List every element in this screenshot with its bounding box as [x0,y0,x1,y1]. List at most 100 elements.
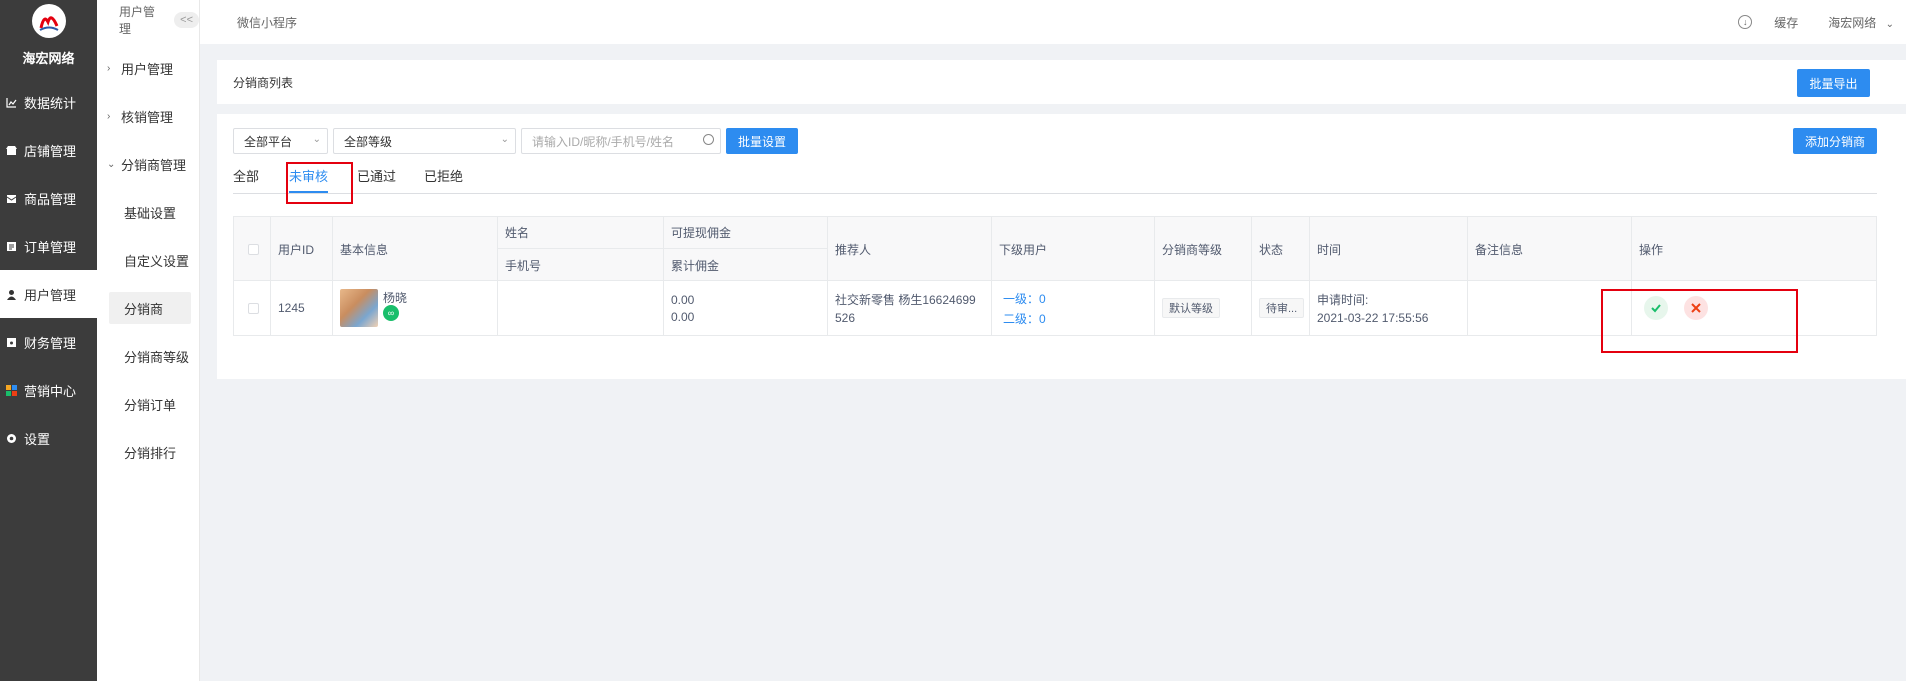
platform-select[interactable]: 全部平台 ⌄ [233,128,328,154]
submenu-group-users[interactable]: › 用户管理 [97,44,199,92]
sidebar-item-goods[interactable]: 商品管理 [0,174,97,222]
apply-time-label: 申请时间: [1317,293,1369,307]
add-distributor-button[interactable]: 添加分销商 [1793,128,1877,154]
header-referrer: 推荐人 [828,217,992,281]
cell-user-id: 1245 [271,281,333,335]
highlight-box-actions [1601,289,1798,353]
account-menu[interactable]: 海宏网络 ⌄ [1828,14,1894,31]
cell-time: 申请时间: 2021-03-22 17:55:56 [1310,281,1468,335]
submenu-group-verification[interactable]: › 核销管理 [97,92,199,140]
search-icon[interactable] [703,134,714,145]
cell-status: 待审... [1252,281,1310,335]
apply-time-value: 2021-03-22 17:55:56 [1317,311,1429,325]
search-input[interactable]: 请输入ID/昵称/手机号/姓名 [521,128,721,154]
chevron-down-icon: ⌄ [1885,18,1894,30]
sidebar-item-label: 订单管理 [24,239,77,255]
download-icon[interactable]: ↓ [1738,15,1753,29]
submenu-item-distributor-levels[interactable]: 分销商等级 [97,332,199,380]
brand-block: 海宏网络 [0,0,97,68]
cell-name-phone [498,281,664,335]
header-name: 姓名 [498,217,664,249]
sidebar-item-stats[interactable]: 数据统计 [0,78,97,126]
highlight-box-tab [286,162,353,204]
submenu-header: 用户管理 << [97,0,199,40]
sidebar-item-label: 用户管理 [24,287,77,303]
level1-count-link[interactable]: 一级：0 [1003,290,1046,307]
cell-basic-info: 杨晓 ∞ [333,281,498,335]
submenu-title: 用户管理 [119,5,156,36]
sidebar-item-label: 设置 [24,431,51,447]
batch-export-button[interactable]: 批量导出 [1797,69,1870,97]
submenu-group-label: 核销管理 [121,109,174,125]
sidebar-item-orders[interactable]: 订单管理 [0,222,97,270]
header-basic-info: 基本信息 [333,217,498,281]
brand-logo[interactable] [31,4,66,38]
level-select-value: 全部等级 [344,134,393,149]
list-header-card: 分销商列表 批量导出 [217,60,1906,104]
submenu-item-basic-settings[interactable]: 基础设置 [97,188,199,236]
settings-icon [4,431,18,445]
store-icon [4,143,18,157]
wechat-link-icon: ∞ [383,305,399,321]
cell-referrer: 社交新零售 杨生16624699 526 [828,281,992,335]
list-title: 分销商列表 [233,75,294,90]
status-tabs: 全部 未审核 已通过 已拒绝 [233,166,1877,194]
sidebar-item-label: 商品管理 [24,191,77,207]
collapse-button[interactable]: << [174,12,199,28]
sidebar-item-finance[interactable]: 财务管理 [0,318,97,366]
submenu-item-custom-settings[interactable]: 自定义设置 [97,236,199,284]
level-select[interactable]: 全部等级 ⌄ [333,128,516,154]
account-name: 海宏网络 [1828,15,1877,30]
referrer-line1: 社交新零售 杨生16624699 [835,293,976,307]
user-icon [4,287,18,301]
search-placeholder: 请输入ID/昵称/手机号/姓名 [532,134,675,149]
select-all-checkbox[interactable] [248,243,259,255]
chevron-right-icon: › [107,110,111,122]
sidebar-item-settings[interactable]: 设置 [0,414,97,462]
distributor-table-card: 全部平台 ⌄ 全部等级 ⌄ 请输入ID/昵称/手机号/姓名 批量设置 添加分销商… [217,114,1906,379]
submenu-item-distribution-ranking[interactable]: 分销排行 [97,428,199,476]
header-time: 时间 [1310,217,1468,281]
brand-name: 海宏网络 [22,51,75,66]
submenu-item-distributors[interactable]: 分销商 [109,292,191,324]
main-sidebar: 海宏网络 数据统计 店铺管理 商品管理 订单管理 用户管理 财务管理 营销中心 … [0,0,97,681]
referrer-line2: 526 [835,311,856,325]
table-header: 用户ID 基本信息 姓名 手机号 可提现佣金 累计佣金 推荐人 下级用户 分销商… [234,217,1876,281]
submenu-item-distribution-orders[interactable]: 分销订单 [97,380,199,428]
chevron-down-icon: ⌄ [312,134,321,145]
sidebar-item-label: 财务管理 [24,335,77,351]
level2-count-link[interactable]: 二级：0 [1003,310,1046,327]
platform-select-value: 全部平台 [244,134,293,149]
header-status: 状态 [1252,217,1310,281]
row-checkbox[interactable] [248,302,259,314]
submenu-group-distributors[interactable]: ⌄ 分销商管理 [97,140,199,188]
chevron-down-icon: ⌄ [500,134,509,145]
cell-commission: 0.00 0.00 [664,281,828,335]
header-phone: 手机号 [498,249,664,281]
sidebar-item-marketing[interactable]: 营销中心 [0,366,97,414]
cache-button[interactable]: 缓存 [1774,14,1798,31]
user-nickname: 杨晓 [383,291,408,305]
tab-rejected[interactable]: 已拒绝 [424,166,463,193]
chevron-right-icon: › [107,62,111,74]
level-tag: 默认等级 [1162,298,1220,318]
header-remark: 备注信息 [1468,217,1632,281]
header-subordinates: 下级用户 [992,217,1155,281]
submenu-group-label: 用户管理 [121,61,174,77]
cumulative-commission: 0.00 [671,309,695,324]
tab-approved[interactable]: 已通过 [357,166,396,193]
submenu-group-label: 分销商管理 [121,157,187,173]
sidebar-item-users[interactable]: 用户管理 [0,270,97,318]
status-badge: 待审... [1259,298,1305,318]
cell-level: 默认等级 [1155,281,1252,335]
order-icon [4,239,18,253]
tab-all[interactable]: 全部 [233,166,259,193]
cell-subordinates: 一级：0 二级：0 [992,281,1155,335]
withdrawable-commission: 0.00 [671,292,695,307]
batch-settings-button[interactable]: 批量设置 [726,128,798,154]
sidebar-item-store[interactable]: 店铺管理 [0,126,97,174]
select-all-cell [234,217,271,281]
chevron-down-icon: ⌄ [107,158,116,170]
app-name: 微信小程序 [237,15,298,30]
row-select-cell [234,281,271,335]
